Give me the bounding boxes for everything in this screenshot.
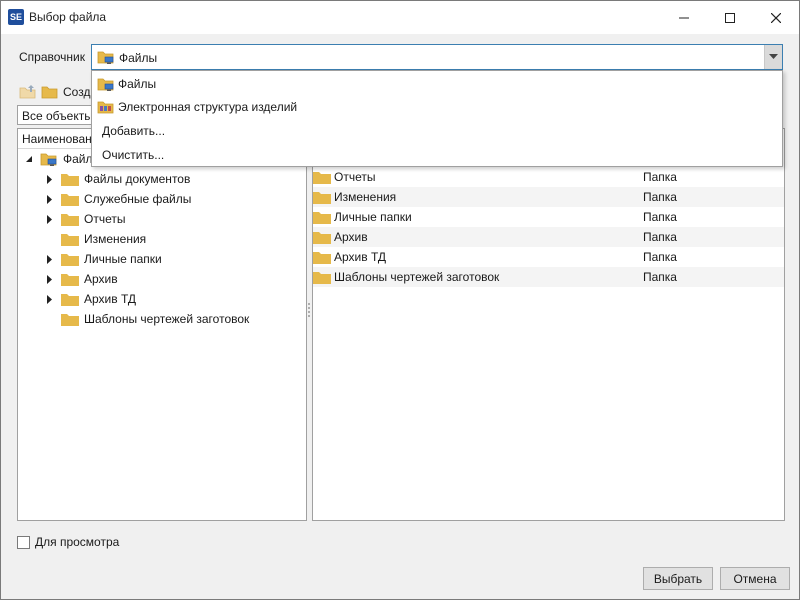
folder-icon (61, 234, 79, 246)
tree-item-label: Файлы документов (84, 172, 191, 186)
folder-icon (61, 214, 79, 226)
new-folder-icon[interactable] (41, 84, 59, 100)
preview-checkbox[interactable] (17, 535, 30, 549)
list-item[interactable]: Архив Папка (313, 227, 784, 247)
list-item-type: Папка (643, 190, 677, 204)
tree-item[interactable]: Отчеты (45, 210, 125, 228)
tree-item[interactable]: Архив ТД (45, 290, 136, 308)
dropdown-item-label: Очистить... (102, 148, 165, 162)
folder-icon (61, 194, 79, 206)
toolbar: Созда (19, 83, 97, 101)
list-item[interactable]: Архив ТД Папка (313, 247, 784, 267)
expand-icon[interactable] (45, 194, 55, 204)
tree-item[interactable]: Архив (45, 270, 118, 288)
tree-item[interactable]: Шаблоны чертежей заготовок (45, 310, 249, 328)
dropdown-item-product-structure[interactable]: Электронная структура изделий (92, 96, 782, 118)
dropdown-item-add[interactable]: Добавить... (92, 120, 782, 142)
dropdown-item-label: Электронная структура изделий (118, 100, 298, 114)
list-item-type: Папка (643, 270, 677, 284)
folder-icon (61, 274, 79, 286)
list-item-name: Архив (334, 230, 368, 244)
tree-item-label: Отчеты (84, 212, 126, 226)
list-item-type: Папка (643, 210, 677, 224)
list-item-name: Отчеты (334, 170, 376, 184)
folder-icon (61, 314, 79, 326)
minimize-button[interactable] (661, 1, 707, 34)
list-item-name: Архив ТД (334, 250, 387, 264)
folder-icon (61, 174, 79, 186)
collapse-icon[interactable] (24, 154, 34, 164)
reference-label: Справочник (19, 50, 85, 64)
tree-item[interactable]: Служебные файлы (45, 190, 191, 208)
tree-item-label: Личные папки (84, 252, 162, 266)
folder-icon (61, 294, 79, 306)
list-item-name: Личные папки (334, 210, 412, 224)
minimize-icon (679, 17, 689, 18)
tree-item-label: Изменения (84, 232, 147, 246)
file-select-dialog: SE Выбор файла Справочник Файлы Созда Вс… (0, 0, 800, 600)
list-item[interactable]: Отчеты Папка (313, 167, 784, 187)
list-item-name: Изменения (334, 190, 397, 204)
tree-item[interactable]: Личные папки (45, 250, 162, 268)
list-item[interactable]: Изменения Папка (313, 187, 784, 207)
list-item[interactable]: Шаблоны чертежей заготовок Папка (313, 267, 784, 287)
list-item-type: Папка (643, 170, 677, 184)
splitter-handle[interactable] (307, 301, 311, 321)
folder-icon (313, 232, 331, 244)
reference-dropdown-list: Файлы Электронная структура изделий Доба… (91, 70, 783, 167)
dropdown-item-label: Добавить... (102, 124, 166, 138)
folder-up-icon[interactable] (19, 84, 37, 100)
reference-dropdown-button[interactable] (764, 45, 782, 69)
file-list[interactable]: Отчеты Папка Изменения Папка Личные папк… (312, 128, 785, 521)
tree-item[interactable]: Файлы документов (45, 170, 190, 188)
cancel-button[interactable]: Отмена (720, 567, 790, 590)
tree-item[interactable]: Изменения (45, 230, 146, 248)
folder-icon (313, 272, 331, 284)
dropdown-item-label: Файлы (118, 77, 157, 91)
product-structure-icon (97, 101, 114, 114)
select-button[interactable]: Выбрать (643, 567, 713, 590)
expand-icon[interactable] (45, 174, 55, 184)
folder-computer-icon (40, 153, 57, 166)
list-item-type: Папка (643, 230, 677, 244)
expand-icon[interactable] (45, 294, 55, 304)
folder-icon (313, 192, 331, 204)
title-bar: SE Выбор файла (1, 1, 799, 34)
list-item-name: Шаблоны чертежей заготовок (334, 270, 500, 284)
tree-item-label: Архив (84, 272, 118, 286)
expand-icon[interactable] (45, 254, 55, 264)
preview-checkbox-label: Для просмотра (35, 535, 120, 549)
tree-item-label: Архив ТД (84, 292, 137, 306)
expand-icon[interactable] (45, 274, 55, 284)
folder-icon (61, 254, 79, 266)
window-title: Выбор файла (29, 10, 107, 24)
maximize-icon (725, 12, 735, 23)
dropdown-item-clear[interactable]: Очистить... (92, 144, 782, 166)
list-item[interactable]: Личные папки Папка (313, 207, 784, 227)
tree-item-label: Шаблоны чертежей заготовок (84, 312, 250, 326)
chevron-down-icon (769, 54, 778, 59)
tree-item-label: Служебные файлы (84, 192, 192, 206)
reference-selected-value: Файлы (119, 51, 158, 65)
maximize-button[interactable] (707, 1, 753, 34)
folder-icon (313, 212, 331, 224)
expand-icon[interactable] (45, 214, 55, 224)
app-icon: SE (8, 9, 24, 25)
folder-computer-icon (97, 51, 114, 64)
tree-root[interactable]: Файлы (24, 150, 101, 168)
preview-checkbox-row[interactable]: Для просмотра (17, 535, 119, 549)
reference-combobox[interactable]: Файлы (91, 44, 783, 70)
close-button[interactable] (753, 1, 799, 34)
list-item-type: Папка (643, 250, 677, 264)
folder-tree[interactable]: Наименован Файлы Файлы документов Служеб… (17, 128, 307, 521)
folder-computer-icon (97, 78, 114, 91)
dropdown-item-files[interactable]: Файлы (92, 73, 782, 95)
close-icon (771, 12, 781, 23)
folder-icon (313, 252, 331, 264)
folder-icon (313, 172, 331, 184)
